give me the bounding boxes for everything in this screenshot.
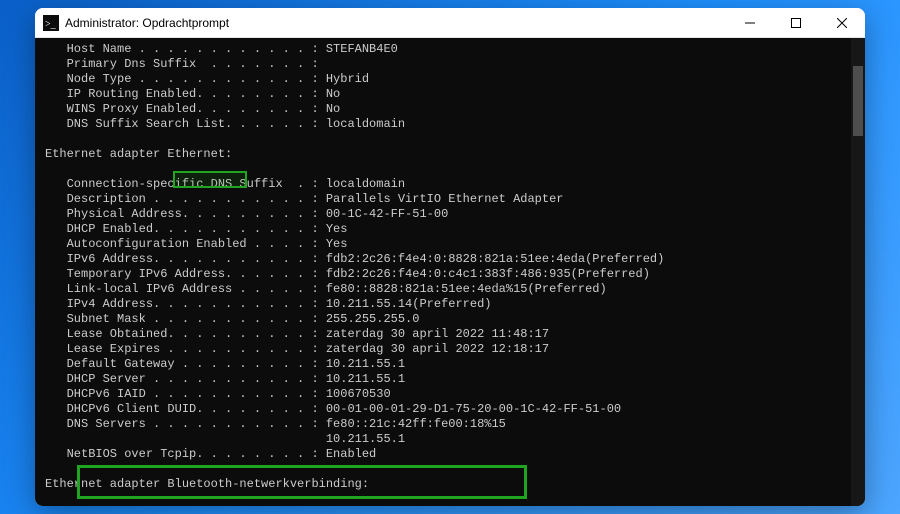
- maximize-button[interactable]: [773, 8, 819, 37]
- terminal-line: [45, 162, 845, 177]
- terminal-line: Host Name . . . . . . . . . . . . : STEF…: [45, 42, 845, 57]
- terminal-line: DHCPv6 Client DUID. . . . . . . . : 00-0…: [45, 402, 845, 417]
- terminal-line: Primary Dns Suffix . . . . . . . :: [45, 57, 845, 72]
- terminal-line: Connection-specific DNS Suffix . : local…: [45, 177, 845, 192]
- terminal-line: IPv6 Address. . . . . . . . . . . : fdb2…: [45, 252, 845, 267]
- scrollbar-thumb[interactable]: [853, 66, 863, 136]
- cmd-icon: >_: [43, 15, 59, 31]
- terminal-line: Autoconfiguration Enabled . . . . : Yes: [45, 237, 845, 252]
- terminal-line: [45, 462, 845, 477]
- terminal-line: Physical Address. . . . . . . . . : 00-1…: [45, 207, 845, 222]
- terminal-line: DNS Servers . . . . . . . . . . . : fe80…: [45, 417, 845, 432]
- terminal-line: Ethernet adapter Ethernet:: [45, 147, 845, 162]
- terminal-line: Lease Expires . . . . . . . . . . : zate…: [45, 342, 845, 357]
- titlebar[interactable]: >_ Administrator: Opdrachtprompt: [35, 8, 865, 38]
- terminal-line: Temporary IPv6 Address. . . . . . : fdb2…: [45, 267, 845, 282]
- terminal-line: 10.211.55.1: [45, 432, 845, 447]
- terminal-line: Node Type . . . . . . . . . . . . : Hybr…: [45, 72, 845, 87]
- window-controls: [727, 8, 865, 37]
- terminal-area[interactable]: Host Name . . . . . . . . . . . . : STEF…: [35, 38, 865, 506]
- command-prompt-window: >_ Administrator: Opdrachtprompt Host Na…: [35, 8, 865, 506]
- terminal-line: DNS Suffix Search List. . . . . . : loca…: [45, 117, 845, 132]
- terminal-line: IP Routing Enabled. . . . . . . . : No: [45, 87, 845, 102]
- minimize-button[interactable]: [727, 8, 773, 37]
- terminal-line: DHCPv6 IAID . . . . . . . . . . . : 1006…: [45, 387, 845, 402]
- terminal-line: Description . . . . . . . . . . . : Para…: [45, 192, 845, 207]
- window-title: Administrator: Opdrachtprompt: [65, 16, 727, 30]
- terminal-line: [45, 132, 845, 147]
- terminal-output: Host Name . . . . . . . . . . . . : STEF…: [35, 38, 851, 506]
- scrollbar[interactable]: [851, 38, 865, 506]
- terminal-line: Subnet Mask . . . . . . . . . . . : 255.…: [45, 312, 845, 327]
- terminal-line: DHCP Server . . . . . . . . . . . : 10.2…: [45, 372, 845, 387]
- terminal-line: NetBIOS over Tcpip. . . . . . . . : Enab…: [45, 447, 845, 462]
- terminal-line: Lease Obtained. . . . . . . . . . : zate…: [45, 327, 845, 342]
- terminal-line: IPv4 Address. . . . . . . . . . . : 10.2…: [45, 297, 845, 312]
- terminal-line: WINS Proxy Enabled. . . . . . . . : No: [45, 102, 845, 117]
- close-button[interactable]: [819, 8, 865, 37]
- terminal-line: Link-local IPv6 Address . . . . . : fe80…: [45, 282, 845, 297]
- terminal-line: Default Gateway . . . . . . . . . : 10.2…: [45, 357, 845, 372]
- terminal-line: DHCP Enabled. . . . . . . . . . . : Yes: [45, 222, 845, 237]
- terminal-line: Ethernet adapter Bluetooth-netwerkverbin…: [45, 477, 845, 492]
- svg-text:>_: >_: [45, 19, 57, 30]
